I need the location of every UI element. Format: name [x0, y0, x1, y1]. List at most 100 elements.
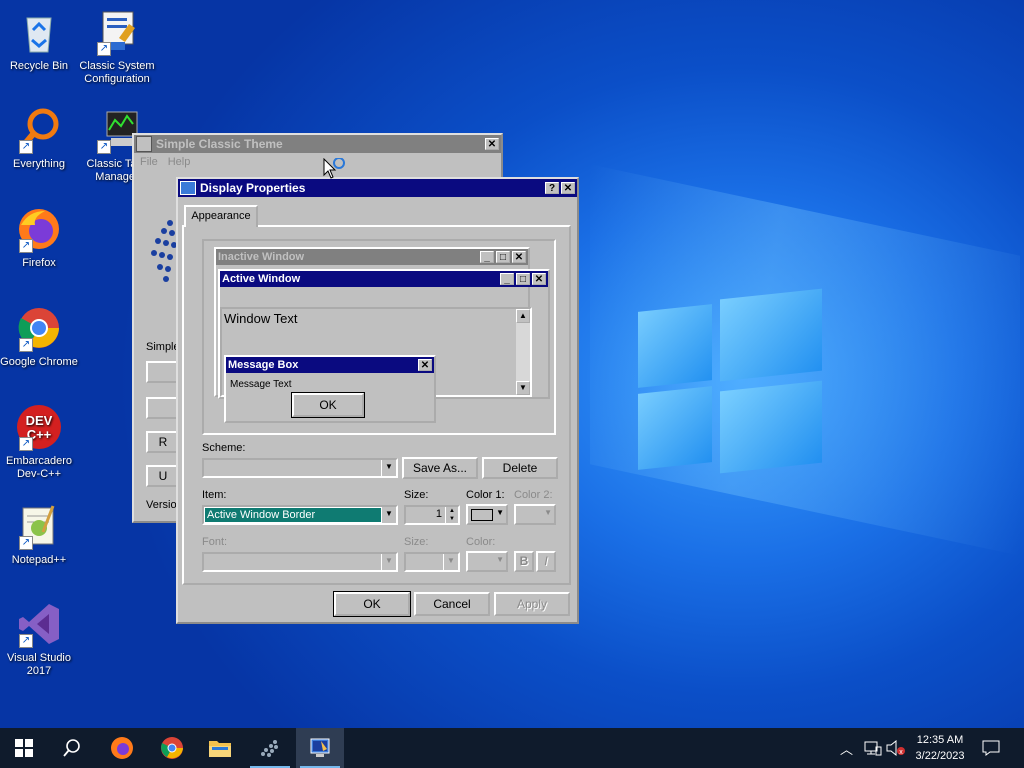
taskbar-firefox[interactable]	[98, 728, 146, 768]
tab-label: Appearance	[191, 210, 251, 222]
desktop-icon-label: Google Chrome	[0, 356, 78, 368]
menu-help[interactable]: Help	[168, 156, 191, 168]
simple-classic-theme-titlebar[interactable]: Simple Classic Theme ✕	[134, 135, 501, 153]
search-button[interactable]	[48, 728, 96, 768]
preview-scrollbar: ▲ ▼	[516, 309, 530, 395]
taskbar-display-properties[interactable]	[296, 728, 344, 768]
font-size-label: Size:	[404, 536, 429, 548]
minimize-icon: _	[500, 273, 514, 285]
color2-picker: ▼	[514, 504, 556, 525]
desktop-icon-label: Notepad++	[11, 554, 67, 566]
bold-label: B	[519, 554, 529, 568]
taskbar-file-explorer[interactable]	[196, 728, 244, 768]
italic-label: I	[544, 554, 548, 568]
stepper-arrows-icon[interactable]: ▲ ▼	[445, 507, 458, 523]
appearance-preview: Inactive Window _ □ ✕ Active Window _ □ …	[202, 239, 556, 435]
item-select[interactable]: Active Window Border ▼	[202, 505, 398, 525]
firefox-icon: ↗	[15, 205, 63, 253]
shortcut-arrow-icon: ↗	[19, 634, 33, 648]
u-button-label: U	[158, 469, 168, 483]
shortcut-arrow-icon: ↗	[19, 536, 33, 550]
msgbox-text: Message Text	[230, 379, 292, 390]
preview-message-box: Message Box ✕ Message Text OK	[224, 355, 436, 423]
item-value: Active Window Border	[205, 508, 381, 522]
menu-bar: File Help	[134, 153, 501, 171]
desktop-icon-notepadpp[interactable]: ↗ Notepad++	[0, 502, 78, 567]
system-config-icon: ↗	[93, 8, 141, 56]
item-size-label: Size:	[404, 489, 429, 501]
display-properties-icon	[310, 738, 330, 757]
shortcut-arrow-icon: ↗	[19, 140, 33, 154]
chrome-icon: ↗	[15, 304, 63, 352]
msgbox-ok-label: OK	[319, 398, 337, 412]
help-icon[interactable]: ?	[545, 182, 559, 194]
clock[interactable]: 12:35 AM 3/22/2023	[910, 732, 970, 764]
desktop-icon-chrome[interactable]: ↗ Google Chrome	[0, 304, 78, 369]
menu-file[interactable]: File	[140, 156, 158, 168]
close-icon[interactable]: ✕	[485, 138, 499, 150]
shortcut-arrow-icon: ↗	[19, 437, 33, 451]
preview-msgbox-titlebar: Message Box ✕	[226, 357, 434, 373]
font-size-select: ▼	[404, 552, 460, 572]
close-icon: ✕	[532, 273, 546, 285]
display-properties-titlebar[interactable]: Display Properties ? ✕	[178, 179, 577, 197]
windows-start-icon	[15, 739, 33, 757]
color2-label: Color 2:	[514, 489, 553, 501]
desktop: Recycle Bin ↗ Classic System Configurati…	[0, 0, 1024, 728]
clock-time: 12:35 AM	[916, 734, 964, 746]
desktop-icon-recycle-bin[interactable]: Recycle Bin	[0, 8, 78, 73]
font-select: ▼	[202, 552, 398, 572]
version-label: Versio	[146, 499, 177, 511]
desktop-icon-label: Embarcadero Dev-C++	[5, 455, 73, 480]
search-icon	[63, 739, 80, 757]
volume-muted-icon[interactable]: x	[886, 740, 906, 756]
chevron-down-icon[interactable]: ▼	[381, 507, 396, 523]
window-title: Simple Classic Theme	[156, 137, 283, 151]
desktop-icon-system-configuration[interactable]: ↗ Classic System Configuration	[78, 8, 156, 86]
minimize-icon: _	[480, 251, 494, 263]
tab-appearance[interactable]: Appearance	[184, 205, 258, 227]
notepadpp-icon: ↗	[15, 502, 63, 550]
maximize-icon: □	[496, 251, 510, 263]
display-properties-window[interactable]: Display Properties ? ✕ Appearance Inacti…	[176, 177, 579, 624]
taskbar-chrome[interactable]	[148, 728, 196, 768]
bold-button: B	[514, 551, 534, 572]
desktop-icon-label: Classic System Configuration	[79, 60, 155, 85]
italic-button: I	[536, 551, 556, 572]
scheme-label: Scheme:	[202, 442, 246, 454]
desktop-icon-visual-studio[interactable]: ↗ Visual Studio 2017	[0, 600, 78, 678]
visual-studio-icon: ↗	[15, 600, 63, 648]
desktop-icon-devcpp[interactable]: DEV C++ ↗ Embarcadero Dev-C++	[0, 403, 78, 481]
desktop-icon-everything[interactable]: ↗ Everything	[0, 106, 78, 171]
item-label: Item:	[202, 489, 227, 501]
windows-logo-wallpaper	[636, 288, 824, 480]
delete-button[interactable]: Delete	[482, 457, 558, 479]
window-title: Display Properties	[200, 181, 306, 195]
scroll-down-icon: ▼	[516, 381, 530, 395]
notification-icon[interactable]	[982, 740, 1000, 756]
chevron-down-icon: ▼	[544, 508, 552, 517]
desktop-icon-firefox[interactable]: ↗ Firefox	[0, 205, 78, 270]
active-title-text: Active Window	[222, 273, 301, 285]
network-icon[interactable]	[864, 740, 882, 756]
scheme-select[interactable]: ▼	[202, 458, 398, 478]
close-icon[interactable]: ✕	[561, 182, 575, 194]
app-icon	[136, 136, 152, 152]
color1-picker[interactable]: ▼	[466, 504, 508, 525]
cancel-button[interactable]: Cancel	[414, 592, 490, 616]
devcpp-icon: DEV C++ ↗	[15, 403, 63, 451]
font-label: Font:	[202, 536, 228, 548]
simple-classic-theme-icon	[261, 740, 278, 757]
maximize-icon: □	[516, 273, 530, 285]
font-color-picker: ▼	[466, 551, 508, 572]
item-size-stepper[interactable]: 1 ▲ ▼	[404, 505, 460, 525]
ok-button[interactable]: OK	[333, 591, 411, 617]
save-as-button[interactable]: Save As...	[402, 457, 478, 479]
start-button[interactable]	[0, 728, 48, 768]
clock-date: 3/22/2023	[915, 750, 965, 762]
chevron-down-icon: ▼	[381, 554, 396, 570]
chevron-down-icon[interactable]: ▼	[381, 460, 396, 476]
taskbar-simple-classic-theme[interactable]	[246, 728, 294, 768]
chevron-up-icon[interactable]: ︿	[840, 739, 853, 758]
delete-label: Delete	[502, 461, 538, 475]
